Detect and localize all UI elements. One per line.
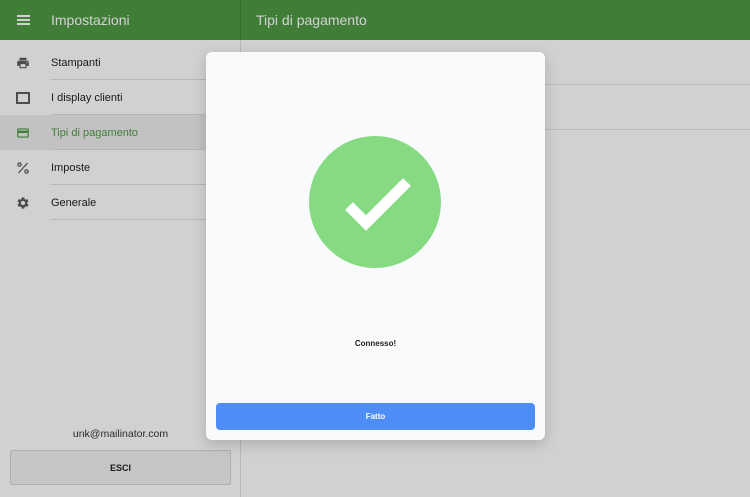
done-button[interactable]: Fatto <box>216 403 535 430</box>
checkmark-circle-icon <box>309 136 441 268</box>
dialog-message: Connesso! <box>354 339 397 348</box>
checkmark-icon <box>345 178 411 231</box>
connection-success-dialog: Connesso! Fatto <box>206 52 545 440</box>
